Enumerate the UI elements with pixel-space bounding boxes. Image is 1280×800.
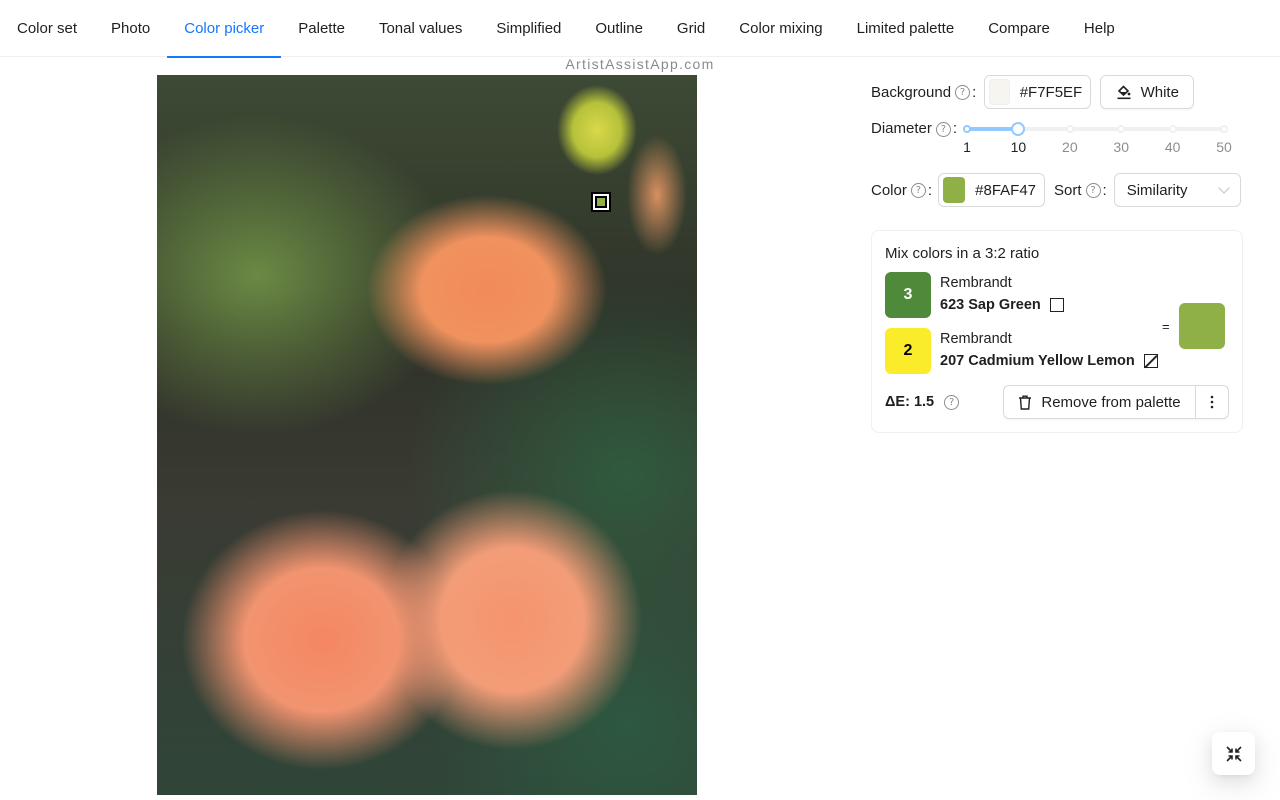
paint-name[interactable]: 207 Cadmium Yellow Lemon (940, 349, 1158, 373)
picker-target-icon[interactable] (591, 192, 611, 212)
sort-label: Sort (1054, 181, 1082, 199)
slider-step-dot[interactable] (1168, 125, 1177, 133)
tab-grid[interactable]: Grid (677, 0, 705, 57)
tab-palette[interactable]: Palette (298, 0, 345, 57)
diameter-slider[interactable]: 1 10 20 30 40 50 (963, 119, 1232, 159)
slider-handle[interactable] (1011, 122, 1026, 136)
mix-title: Mix colors in a 3:2 ratio (885, 245, 1040, 262)
slider-mark-label[interactable]: 1 (963, 139, 971, 155)
tab-tonal-values[interactable]: Tonal values (379, 0, 462, 57)
paint-name-text: 207 Cadmium Yellow Lemon (940, 353, 1135, 369)
slider-mark-label[interactable]: 20 (1062, 139, 1078, 155)
tab-simplified[interactable]: Simplified (496, 0, 561, 57)
paint-name[interactable]: 623 Sap Green (940, 293, 1064, 317)
color-label: Color (871, 181, 907, 199)
colon: : (952, 120, 958, 137)
slider-mark-label[interactable]: 30 (1113, 139, 1129, 155)
colon: : (1102, 181, 1107, 199)
paint-brand: Rembrandt (940, 331, 1012, 347)
picked-color-hex: #8FAF47 (975, 181, 1037, 199)
photo-canvas[interactable] (157, 75, 697, 795)
slider-mark-label[interactable]: 40 (1165, 139, 1181, 155)
colon: : (927, 181, 933, 199)
remove-button-label: Remove from palette (1041, 393, 1181, 411)
mix-item: 3 Rembrandt 623 Sap Green (885, 272, 1229, 318)
mix-card-footer: ΔE: 1.5 ? Remove from palette (885, 385, 1229, 419)
delta-e-value: ΔE: 1.5 (885, 394, 935, 410)
paint-bucket-icon (1117, 85, 1131, 100)
delete-icon (1019, 395, 1032, 410)
background-swatch (989, 79, 1010, 105)
sort-selected-value: Similarity (1126, 181, 1188, 199)
tab-color-mixing[interactable]: Color mixing (739, 0, 822, 57)
background-color-picker[interactable]: #F7F5EF (984, 75, 1092, 109)
colon: : (972, 83, 977, 101)
background-label: Background (871, 83, 952, 101)
white-background-button[interactable]: White (1100, 75, 1195, 109)
tab-color-picker[interactable]: Color picker (167, 0, 282, 58)
mix-item: 2 Rembrandt 207 Cadmium Yellow Lemon (885, 328, 1229, 374)
mix-card: Mix colors in a 3:2 ratio 3 Rembrandt 62… (871, 230, 1243, 433)
picked-color-swatch (943, 177, 966, 203)
background-row: Background ? : #F7F5EF White (871, 73, 1243, 111)
equals-sign: = (1162, 319, 1170, 334)
slider-step-dot[interactable] (1065, 125, 1074, 133)
tab-limited-palette[interactable]: Limited palette (857, 0, 955, 57)
fullscreen-exit-button[interactable] (1212, 732, 1255, 775)
sort-select[interactable]: Similarity (1113, 173, 1241, 207)
top-nav: Color set Photo Color picker Palette Ton… (0, 0, 1280, 58)
more-vertical-icon (1210, 395, 1214, 409)
mix-result-swatch (1179, 303, 1225, 349)
white-button-label: White (1140, 83, 1179, 101)
paint-brand: Rembrandt (940, 275, 1012, 291)
question-circle-icon[interactable]: ? (955, 84, 971, 100)
tab-photo[interactable]: Photo (111, 0, 150, 57)
question-circle-icon[interactable]: ? (1085, 182, 1101, 198)
diameter-label: Diameter (871, 120, 932, 137)
settings-panel: Background ? : #F7F5EF White Diameter ? … (871, 72, 1243, 207)
question-circle-icon[interactable]: ? (944, 394, 960, 410)
remove-button-group: Remove from palette (1003, 385, 1229, 419)
tab-outline[interactable]: Outline (595, 0, 643, 57)
background-hex: #F7F5EF (1019, 83, 1083, 101)
opaque-square-icon (1049, 298, 1064, 312)
semi-opaque-square-icon (1143, 354, 1158, 368)
color-row: Color ? : #8FAF47 Sort ? : Similarity (871, 173, 1243, 207)
parts-badge: 2 (885, 328, 931, 374)
compress-icon (1225, 745, 1242, 762)
chevron-down-icon (1218, 182, 1230, 194)
remove-from-palette-button[interactable]: Remove from palette (1003, 385, 1196, 419)
slider-step-dot[interactable] (1117, 125, 1126, 133)
tab-compare[interactable]: Compare (988, 0, 1050, 57)
paint-name-text: 623 Sap Green (940, 297, 1041, 313)
tab-help[interactable]: Help (1084, 0, 1115, 57)
parts-badge: 3 (885, 272, 931, 318)
watermark: ArtistAssistApp.com (565, 56, 715, 72)
slider-mark-label[interactable]: 50 (1216, 139, 1232, 155)
diameter-row: Diameter ? : 1 10 20 30 40 50 (871, 119, 1243, 159)
question-circle-icon[interactable]: ? (910, 182, 926, 198)
slider-step-dot[interactable] (1220, 125, 1229, 133)
more-options-button[interactable] (1196, 385, 1229, 419)
color-picker-field[interactable]: #8FAF47 (938, 173, 1046, 207)
tab-color-set[interactable]: Color set (17, 0, 77, 57)
question-circle-icon[interactable]: ? (935, 122, 951, 137)
slider-step-dot[interactable] (963, 125, 972, 133)
slider-mark-label[interactable]: 10 (1011, 139, 1027, 155)
